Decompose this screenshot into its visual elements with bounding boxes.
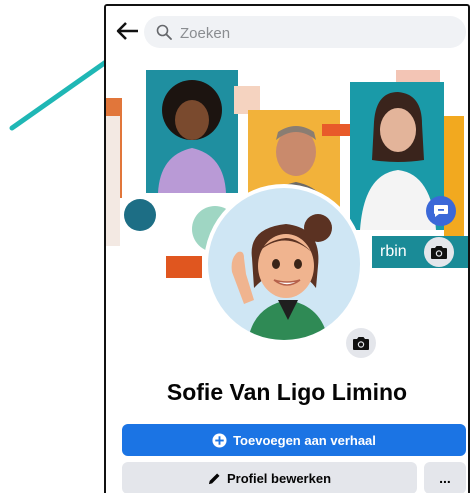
cover-banner-text: rbin [380,243,407,260]
add-to-story-button[interactable]: Toevoegen aan verhaal [122,424,466,456]
avatar-camera-button[interactable] [346,328,376,358]
cover-chat-button[interactable] [426,196,456,226]
phone-screen: rbin [104,4,470,493]
edit-profile-label: Profiel bewerken [226,470,332,486]
plus-circle-icon [212,432,227,448]
search-input[interactable] [178,16,468,50]
top-bar [106,6,468,56]
search-bar[interactable] [144,16,468,50]
cover-photo-tile [106,116,120,246]
pencil-icon [208,472,220,484]
more-options-button[interactable]: ... [424,462,466,493]
add-to-story-label: Toevoegen aan verhaal [233,432,376,448]
cover-accent [396,70,440,82]
chat-icon [434,205,448,217]
profile-name: Sofie Van Ligo Limino [166,379,408,405]
cover-accent [124,199,156,231]
cover-accent [166,256,202,278]
cover-camera-button[interactable] [424,237,454,267]
search-icon [156,24,172,40]
camera-icon [353,336,369,350]
camera-icon [431,245,447,259]
more-options-label: ... [439,470,451,486]
edit-profile-button[interactable]: Profiel bewerken [122,462,417,493]
cover-person [158,80,226,193]
avatar-image [208,188,360,340]
avatar[interactable] [204,184,364,344]
back-arrow-icon[interactable] [116,20,140,42]
